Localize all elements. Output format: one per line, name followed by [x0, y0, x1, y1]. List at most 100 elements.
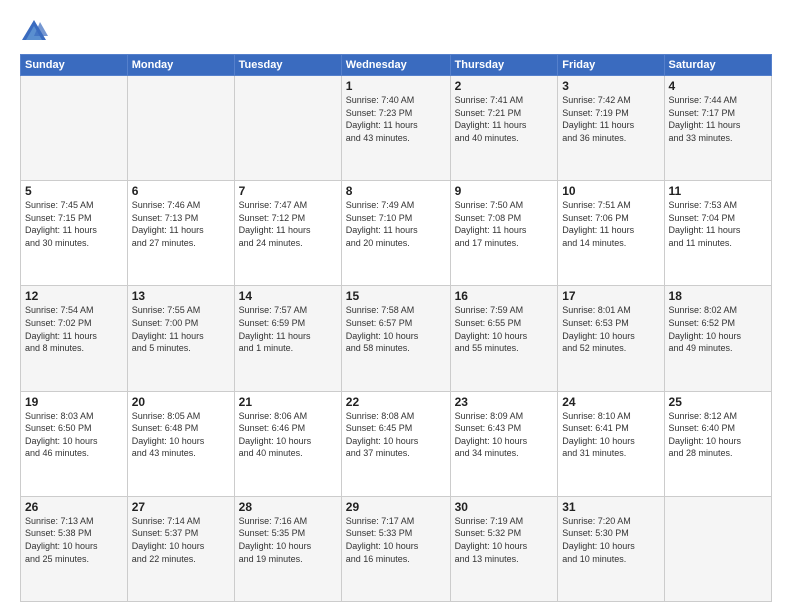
- day-info: Sunrise: 7:54 AM Sunset: 7:02 PM Dayligh…: [25, 304, 123, 354]
- calendar-cell: 28Sunrise: 7:16 AM Sunset: 5:35 PM Dayli…: [234, 496, 341, 601]
- calendar-cell: 14Sunrise: 7:57 AM Sunset: 6:59 PM Dayli…: [234, 286, 341, 391]
- calendar-cell: 13Sunrise: 7:55 AM Sunset: 7:00 PM Dayli…: [127, 286, 234, 391]
- day-number: 19: [25, 395, 123, 409]
- day-number: 9: [455, 184, 554, 198]
- day-info: Sunrise: 7:42 AM Sunset: 7:19 PM Dayligh…: [562, 94, 659, 144]
- calendar-cell: 17Sunrise: 8:01 AM Sunset: 6:53 PM Dayli…: [558, 286, 664, 391]
- calendar-cell: 26Sunrise: 7:13 AM Sunset: 5:38 PM Dayli…: [21, 496, 128, 601]
- calendar-header-wednesday: Wednesday: [341, 55, 450, 76]
- day-number: 28: [239, 500, 337, 514]
- calendar-header-row: SundayMondayTuesdayWednesdayThursdayFrid…: [21, 55, 772, 76]
- calendar-cell: 19Sunrise: 8:03 AM Sunset: 6:50 PM Dayli…: [21, 391, 128, 496]
- day-info: Sunrise: 7:44 AM Sunset: 7:17 PM Dayligh…: [669, 94, 767, 144]
- day-info: Sunrise: 8:10 AM Sunset: 6:41 PM Dayligh…: [562, 410, 659, 460]
- day-info: Sunrise: 7:45 AM Sunset: 7:15 PM Dayligh…: [25, 199, 123, 249]
- day-info: Sunrise: 8:09 AM Sunset: 6:43 PM Dayligh…: [455, 410, 554, 460]
- day-number: 3: [562, 79, 659, 93]
- calendar-week-1: 1Sunrise: 7:40 AM Sunset: 7:23 PM Daylig…: [21, 76, 772, 181]
- day-number: 26: [25, 500, 123, 514]
- calendar-cell: [127, 76, 234, 181]
- calendar-cell: 9Sunrise: 7:50 AM Sunset: 7:08 PM Daylig…: [450, 181, 558, 286]
- calendar-cell: 7Sunrise: 7:47 AM Sunset: 7:12 PM Daylig…: [234, 181, 341, 286]
- day-number: 8: [346, 184, 446, 198]
- calendar-week-5: 26Sunrise: 7:13 AM Sunset: 5:38 PM Dayli…: [21, 496, 772, 601]
- calendar: SundayMondayTuesdayWednesdayThursdayFrid…: [20, 54, 772, 602]
- day-number: 18: [669, 289, 767, 303]
- calendar-header-monday: Monday: [127, 55, 234, 76]
- calendar-cell: [234, 76, 341, 181]
- day-info: Sunrise: 7:58 AM Sunset: 6:57 PM Dayligh…: [346, 304, 446, 354]
- day-info: Sunrise: 7:41 AM Sunset: 7:21 PM Dayligh…: [455, 94, 554, 144]
- day-info: Sunrise: 7:49 AM Sunset: 7:10 PM Dayligh…: [346, 199, 446, 249]
- calendar-week-3: 12Sunrise: 7:54 AM Sunset: 7:02 PM Dayli…: [21, 286, 772, 391]
- day-number: 29: [346, 500, 446, 514]
- day-number: 7: [239, 184, 337, 198]
- calendar-cell: 1Sunrise: 7:40 AM Sunset: 7:23 PM Daylig…: [341, 76, 450, 181]
- calendar-header-sunday: Sunday: [21, 55, 128, 76]
- calendar-cell: 25Sunrise: 8:12 AM Sunset: 6:40 PM Dayli…: [664, 391, 771, 496]
- day-info: Sunrise: 8:03 AM Sunset: 6:50 PM Dayligh…: [25, 410, 123, 460]
- calendar-week-4: 19Sunrise: 8:03 AM Sunset: 6:50 PM Dayli…: [21, 391, 772, 496]
- day-number: 1: [346, 79, 446, 93]
- day-number: 30: [455, 500, 554, 514]
- day-number: 10: [562, 184, 659, 198]
- calendar-header-friday: Friday: [558, 55, 664, 76]
- calendar-cell: 15Sunrise: 7:58 AM Sunset: 6:57 PM Dayli…: [341, 286, 450, 391]
- calendar-cell: 29Sunrise: 7:17 AM Sunset: 5:33 PM Dayli…: [341, 496, 450, 601]
- calendar-header-saturday: Saturday: [664, 55, 771, 76]
- day-info: Sunrise: 7:14 AM Sunset: 5:37 PM Dayligh…: [132, 515, 230, 565]
- calendar-cell: 23Sunrise: 8:09 AM Sunset: 6:43 PM Dayli…: [450, 391, 558, 496]
- day-number: 6: [132, 184, 230, 198]
- calendar-cell: 5Sunrise: 7:45 AM Sunset: 7:15 PM Daylig…: [21, 181, 128, 286]
- day-info: Sunrise: 8:12 AM Sunset: 6:40 PM Dayligh…: [669, 410, 767, 460]
- calendar-cell: 11Sunrise: 7:53 AM Sunset: 7:04 PM Dayli…: [664, 181, 771, 286]
- calendar-cell: 10Sunrise: 7:51 AM Sunset: 7:06 PM Dayli…: [558, 181, 664, 286]
- day-info: Sunrise: 8:06 AM Sunset: 6:46 PM Dayligh…: [239, 410, 337, 460]
- day-number: 23: [455, 395, 554, 409]
- day-number: 5: [25, 184, 123, 198]
- calendar-cell: 16Sunrise: 7:59 AM Sunset: 6:55 PM Dayli…: [450, 286, 558, 391]
- day-number: 15: [346, 289, 446, 303]
- calendar-header-tuesday: Tuesday: [234, 55, 341, 76]
- header: [20, 18, 772, 46]
- day-info: Sunrise: 7:59 AM Sunset: 6:55 PM Dayligh…: [455, 304, 554, 354]
- day-info: Sunrise: 7:50 AM Sunset: 7:08 PM Dayligh…: [455, 199, 554, 249]
- calendar-cell: 3Sunrise: 7:42 AM Sunset: 7:19 PM Daylig…: [558, 76, 664, 181]
- day-info: Sunrise: 7:57 AM Sunset: 6:59 PM Dayligh…: [239, 304, 337, 354]
- day-info: Sunrise: 8:01 AM Sunset: 6:53 PM Dayligh…: [562, 304, 659, 354]
- calendar-cell: 20Sunrise: 8:05 AM Sunset: 6:48 PM Dayli…: [127, 391, 234, 496]
- calendar-cell: [664, 496, 771, 601]
- calendar-cell: 31Sunrise: 7:20 AM Sunset: 5:30 PM Dayli…: [558, 496, 664, 601]
- day-info: Sunrise: 7:16 AM Sunset: 5:35 PM Dayligh…: [239, 515, 337, 565]
- day-number: 24: [562, 395, 659, 409]
- page: SundayMondayTuesdayWednesdayThursdayFrid…: [0, 0, 792, 612]
- day-number: 20: [132, 395, 230, 409]
- logo-icon: [20, 18, 48, 46]
- calendar-cell: 21Sunrise: 8:06 AM Sunset: 6:46 PM Dayli…: [234, 391, 341, 496]
- day-number: 25: [669, 395, 767, 409]
- day-info: Sunrise: 7:17 AM Sunset: 5:33 PM Dayligh…: [346, 515, 446, 565]
- calendar-cell: 8Sunrise: 7:49 AM Sunset: 7:10 PM Daylig…: [341, 181, 450, 286]
- calendar-cell: 12Sunrise: 7:54 AM Sunset: 7:02 PM Dayli…: [21, 286, 128, 391]
- day-number: 13: [132, 289, 230, 303]
- day-number: 11: [669, 184, 767, 198]
- day-info: Sunrise: 7:19 AM Sunset: 5:32 PM Dayligh…: [455, 515, 554, 565]
- day-info: Sunrise: 7:55 AM Sunset: 7:00 PM Dayligh…: [132, 304, 230, 354]
- day-number: 17: [562, 289, 659, 303]
- calendar-cell: 30Sunrise: 7:19 AM Sunset: 5:32 PM Dayli…: [450, 496, 558, 601]
- calendar-cell: 24Sunrise: 8:10 AM Sunset: 6:41 PM Dayli…: [558, 391, 664, 496]
- day-info: Sunrise: 7:40 AM Sunset: 7:23 PM Dayligh…: [346, 94, 446, 144]
- calendar-cell: 4Sunrise: 7:44 AM Sunset: 7:17 PM Daylig…: [664, 76, 771, 181]
- day-info: Sunrise: 7:47 AM Sunset: 7:12 PM Dayligh…: [239, 199, 337, 249]
- day-number: 4: [669, 79, 767, 93]
- day-number: 2: [455, 79, 554, 93]
- calendar-cell: 27Sunrise: 7:14 AM Sunset: 5:37 PM Dayli…: [127, 496, 234, 601]
- calendar-week-2: 5Sunrise: 7:45 AM Sunset: 7:15 PM Daylig…: [21, 181, 772, 286]
- day-info: Sunrise: 7:46 AM Sunset: 7:13 PM Dayligh…: [132, 199, 230, 249]
- calendar-header-thursday: Thursday: [450, 55, 558, 76]
- calendar-cell: 2Sunrise: 7:41 AM Sunset: 7:21 PM Daylig…: [450, 76, 558, 181]
- day-number: 22: [346, 395, 446, 409]
- day-number: 31: [562, 500, 659, 514]
- day-info: Sunrise: 7:51 AM Sunset: 7:06 PM Dayligh…: [562, 199, 659, 249]
- day-info: Sunrise: 8:08 AM Sunset: 6:45 PM Dayligh…: [346, 410, 446, 460]
